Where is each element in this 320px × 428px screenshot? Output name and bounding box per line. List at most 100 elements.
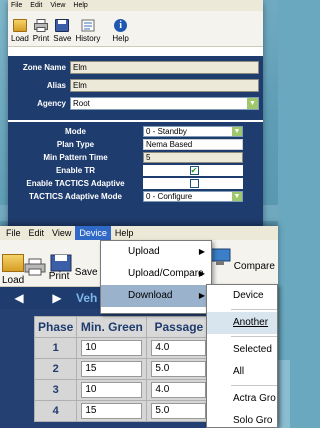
submenu-item-solo-group[interactable]: Solo Gro <box>207 410 277 428</box>
folder-icon <box>12 19 27 32</box>
passage-field[interactable]: 5.0 <box>151 403 207 419</box>
col-header-phase: Phase <box>33 316 78 338</box>
tactics-mode-label: TACTICS Adaptive Mode <box>29 191 122 201</box>
submenu-item-selected[interactable]: Selected <box>207 339 277 361</box>
col-header-passage: Passage <box>146 316 212 338</box>
save-icon <box>50 254 72 272</box>
menu-edit[interactable]: Edit <box>25 226 49 240</box>
menu-file[interactable]: File <box>2 226 25 240</box>
submenu-arrow-icon: ▶ <box>198 269 205 278</box>
save-button[interactable]: Save <box>50 254 98 278</box>
enable-tactics-checkbox[interactable] <box>189 178 199 188</box>
menu-device[interactable]: Device <box>75 226 111 240</box>
device-menu: Upload ▶ Upload/Compare ▶ Download ▶ <box>100 240 212 314</box>
menu-edit[interactable]: Edit <box>30 0 42 11</box>
min-pattern-row: Min Pattern Time 5 <box>8 151 263 163</box>
enable-tr-checkbox[interactable]: ✔ <box>189 165 199 175</box>
tactics-mode-select[interactable]: 0 - Configure ▼ <box>143 190 243 202</box>
menu-item-download[interactable]: Download ▶ <box>101 285 211 307</box>
zone-name-row: Zone Name Elm <box>12 59 259 76</box>
submenu-item-device[interactable]: Device <box>207 285 277 307</box>
menu-separator <box>231 309 277 310</box>
zone-window: File Edit View Help Load Print Save Hist… <box>8 0 263 228</box>
zone-name-label: Zone Name <box>22 63 66 72</box>
compare-icon <box>209 248 231 265</box>
save-button[interactable]: Save <box>53 19 71 43</box>
menu-bar: File Edit View Device Help <box>0 226 278 240</box>
zone-name-field[interactable]: Elm <box>70 61 259 74</box>
menu-separator <box>231 336 277 337</box>
phase-number: 2 <box>33 358 78 380</box>
page-title: Veh <box>76 291 98 305</box>
submenu-arrow-icon: ▶ <box>198 247 205 256</box>
mode-row: Mode 0 - Standby ▼ <box>8 125 263 137</box>
mode-label: Mode <box>65 126 86 136</box>
chevron-down-icon[interactable]: ▼ <box>232 191 242 201</box>
compare-button[interactable]: Compare <box>209 248 275 272</box>
enable-tactics-row: Enable TACTICS Adaptive <box>8 177 263 189</box>
mode-settings-panel: Mode 0 - Standby ▼ Plan Type Nema Based … <box>8 122 263 228</box>
enable-tactics-cell <box>143 177 243 189</box>
print-button[interactable]: Print <box>33 19 49 43</box>
prev-button[interactable]: ◀ <box>0 287 38 309</box>
phase-number: 3 <box>33 379 78 401</box>
printer-icon <box>34 19 49 32</box>
alias-label: Alias <box>46 81 66 90</box>
next-button[interactable]: ▶ <box>38 287 76 309</box>
agency-label: Agency <box>37 99 66 108</box>
mode-select[interactable]: 0 - Standby ▼ <box>143 125 243 137</box>
menu-bar: File Edit View Help <box>8 0 263 11</box>
submenu-item-all[interactable]: All <box>207 361 277 383</box>
menu-separator <box>231 385 277 386</box>
menu-view[interactable]: View <box>50 0 65 11</box>
download-submenu: Device Another Selected All Actra Gro So… <box>206 284 278 428</box>
min-green-field[interactable]: 10 <box>81 382 143 398</box>
submenu-item-another[interactable]: Another <box>207 312 277 334</box>
arrow-right-icon: ▶ <box>52 291 62 305</box>
chevron-down-icon[interactable]: ▼ <box>247 98 258 109</box>
save-icon <box>55 19 70 32</box>
passage-field[interactable]: 4.0 <box>151 340 207 356</box>
enable-tr-cell: ✔ <box>143 164 243 176</box>
submenu-item-actra-group[interactable]: Actra Gro <box>207 388 277 410</box>
menu-item-upload[interactable]: Upload ▶ <box>101 241 211 263</box>
col-header-min-green: Min. Green <box>76 316 148 338</box>
min-pattern-label: Min Pattern Time <box>43 152 108 162</box>
load-button[interactable]: Load <box>2 254 24 286</box>
zone-info-panel: Zone Name Elm Alias Elm Agency Root ▼ <box>8 56 263 120</box>
help-button[interactable]: i Help <box>112 19 129 43</box>
plan-type-label: Plan Type <box>56 139 95 149</box>
folder-icon <box>2 254 25 272</box>
agency-row: Agency Root ▼ <box>12 95 259 112</box>
min-pattern-field[interactable]: 5 <box>143 151 243 163</box>
submenu-arrow-icon: ▶ <box>198 291 205 300</box>
passage-field[interactable]: 5.0 <box>151 361 207 377</box>
toolbar: Load Print Save History i Help <box>8 11 263 47</box>
tactics-mode-row: TACTICS Adaptive Mode 0 - Configure ▼ <box>8 190 263 202</box>
alias-field[interactable]: Elm <box>70 79 259 92</box>
alias-row: Alias Elm <box>12 77 259 94</box>
printer-icon <box>24 258 46 276</box>
menu-help[interactable]: Help <box>111 226 138 240</box>
passage-field[interactable]: 4.0 <box>151 382 207 398</box>
plan-type-row: Plan Type Nema Based <box>8 138 263 150</box>
menu-item-upload-compare[interactable]: Upload/Compare ▶ <box>101 263 211 285</box>
load-button[interactable]: Load <box>11 19 29 43</box>
enable-tr-label: Enable TR <box>55 165 96 175</box>
phase-number: 1 <box>33 337 78 359</box>
phase-number: 4 <box>33 400 78 422</box>
menu-file[interactable]: File <box>11 0 22 11</box>
enable-tactics-label: Enable TACTICS Adaptive <box>26 178 125 188</box>
min-green-field[interactable]: 15 <box>81 403 143 419</box>
menu-view[interactable]: View <box>48 226 75 240</box>
plan-type-value: Nema Based <box>143 138 243 150</box>
menu-help[interactable]: Help <box>73 0 87 11</box>
history-icon <box>81 19 95 32</box>
history-button[interactable]: History <box>75 19 100 43</box>
arrow-left-icon: ◀ <box>14 291 24 305</box>
chevron-down-icon[interactable]: ▼ <box>232 126 242 136</box>
min-green-field[interactable]: 10 <box>81 340 143 356</box>
agency-select[interactable]: Root ▼ <box>70 97 259 110</box>
min-green-field[interactable]: 15 <box>81 361 143 377</box>
enable-tr-row: Enable TR ✔ <box>8 164 263 176</box>
